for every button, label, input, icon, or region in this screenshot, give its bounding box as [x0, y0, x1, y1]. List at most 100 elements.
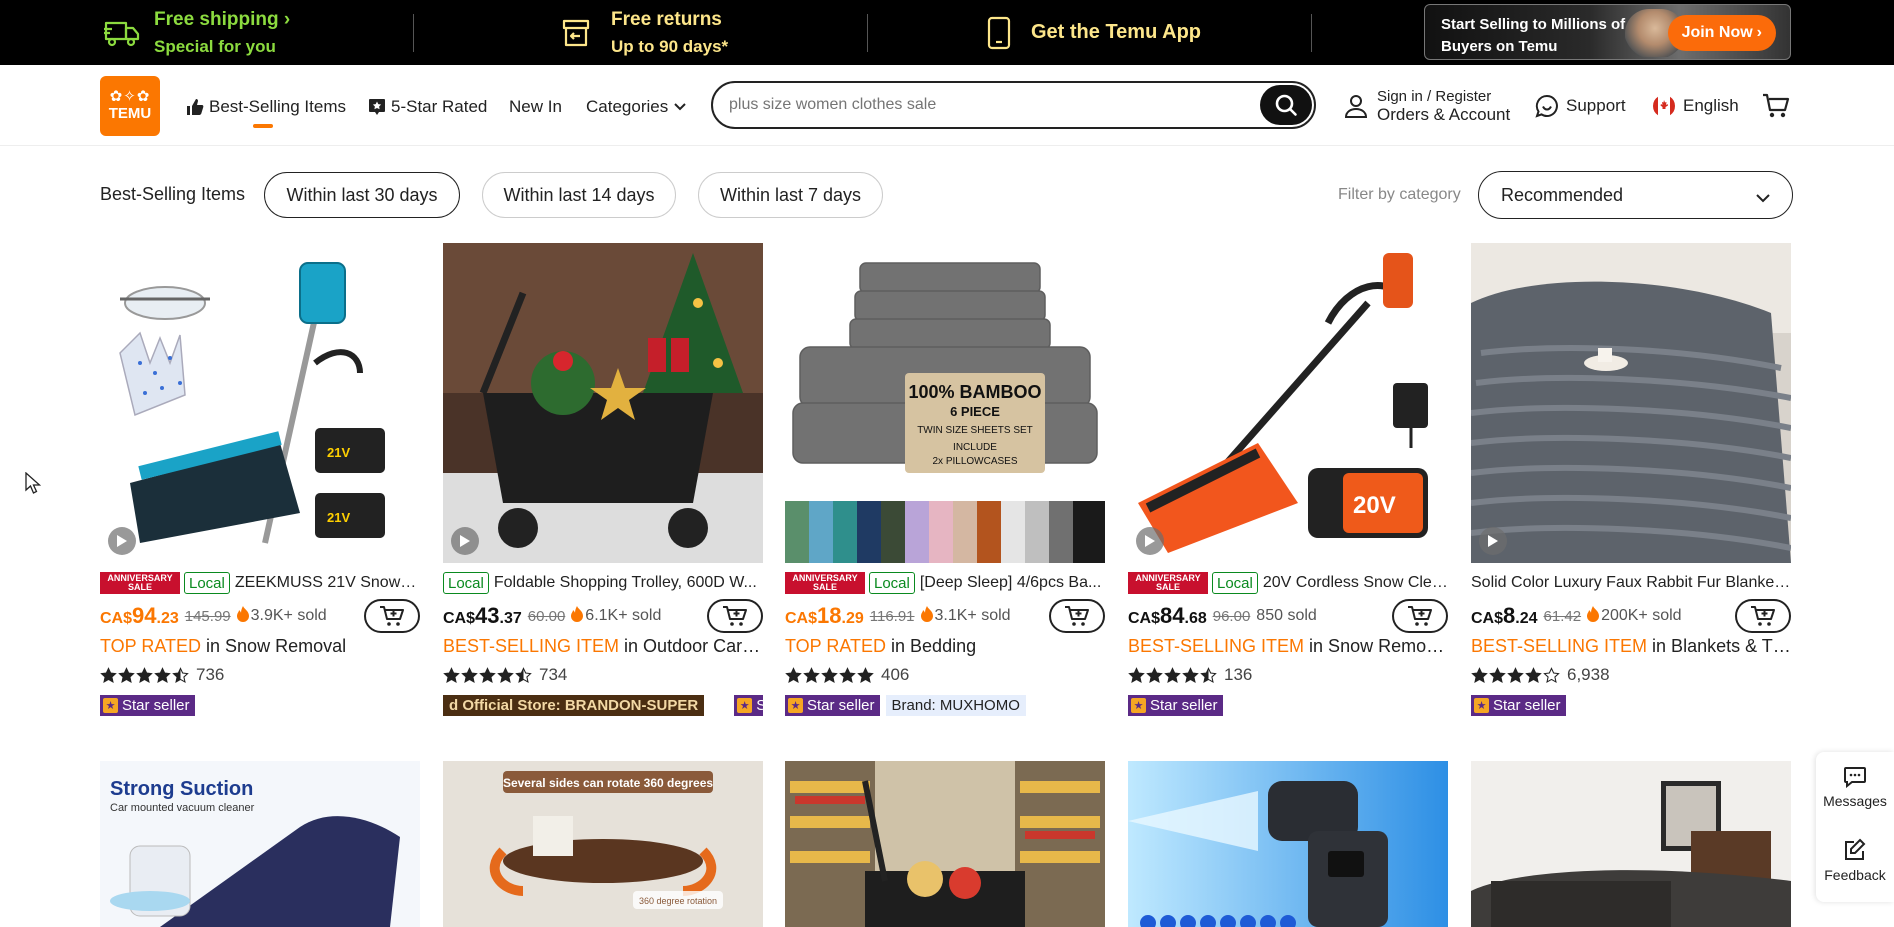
pill-7-days[interactable]: Within last 7 days [698, 172, 883, 218]
nav-five-star[interactable]: 5-Star Rated [368, 94, 487, 120]
product-card[interactable]: 100% BAMBOO 6 PIECE TWIN SIZE SHEETS SET… [785, 243, 1105, 723]
star-icon [136, 666, 153, 684]
play-video-button[interactable] [451, 527, 479, 555]
rank-row[interactable]: BEST-SELLING ITEM in Snow Removal [1128, 636, 1448, 660]
star-icon [857, 666, 874, 684]
star-icon [821, 666, 838, 684]
support-link[interactable]: Support [1535, 65, 1626, 146]
product-title-row[interactable]: Solid Color Luxury Faux Rabbit Fur Blank… [1471, 571, 1791, 595]
product-title: Solid Color Luxury Faux Rabbit Fur Blank… [1471, 574, 1791, 591]
nav-categories[interactable]: Categories [586, 94, 686, 120]
pill-30-days[interactable]: Within last 30 days [264, 172, 460, 218]
product-title-row[interactable]: ANNIVERSARY SALE Local ZEEKMUSS 21V Snow … [100, 571, 420, 595]
bamboo-line5: 2x PILLOWCASES [932, 456, 1017, 467]
product-title: ZEEKMUSS 21V Snow S... [234, 574, 420, 591]
nav-new-in[interactable]: New In [509, 94, 562, 120]
add-to-cart-button[interactable] [1735, 599, 1791, 633]
original-price: 61.42 [1543, 607, 1582, 625]
sort-dropdown[interactable]: Recommended [1478, 171, 1793, 219]
product-image[interactable]: Several sides can rotate 360 degrees 360… [443, 761, 763, 927]
product-card[interactable]: 21V 21V ANNIVERSARY SALE Local ZEEKMUSS 2… [100, 243, 420, 723]
add-to-cart-button[interactable] [1392, 599, 1448, 633]
promo-divider [867, 14, 868, 52]
start-selling-text: Start Selling to Millions of Buyers on T… [1441, 16, 1626, 55]
search-input[interactable] [729, 83, 1249, 127]
user-icon [1345, 94, 1367, 118]
add-to-cart-button[interactable] [1049, 599, 1105, 633]
flame-icon [571, 605, 584, 627]
product-title: [Deep Sleep] 4/6pcs Ba... [919, 574, 1102, 591]
language-selector[interactable]: English [1652, 65, 1739, 146]
sold-count: 3.1K+ sold [920, 605, 1011, 627]
product-price: CA$8.24 [1471, 603, 1538, 628]
rank-row[interactable]: TOP RATED in Bedding [785, 636, 1105, 660]
product-image[interactable]: Strong Suction Car mounted vacuum cleane… [100, 761, 420, 927]
add-to-cart-button[interactable] [707, 599, 763, 633]
nav-best-selling[interactable]: Best-Selling Items [186, 94, 346, 120]
product-card[interactable]: 20V ANNIVERSARY SALE Local 20V Cordless S… [1128, 243, 1448, 723]
play-video-button[interactable] [1479, 527, 1507, 555]
free-returns-title: Free returns [611, 8, 722, 30]
original-price: 96.00 [1212, 607, 1251, 625]
chevron-right-icon: › [1756, 24, 1762, 41]
feedback-label: Feedback [1824, 867, 1886, 883]
anniversary-sale-badge: ANNIVERSARY SALE [1128, 572, 1208, 594]
product-image[interactable] [785, 761, 1105, 927]
rank-row[interactable]: BEST-SELLING ITEM in Blankets & Throws [1471, 636, 1791, 660]
star-icon [785, 666, 802, 684]
product-title-row[interactable]: ANNIVERSARY SALE Local [Deep Sleep] 4/6pc… [785, 571, 1105, 595]
chevron-down-icon [674, 103, 686, 111]
rating-row: 736 [100, 664, 224, 686]
rank-row[interactable]: TOP RATED in Snow Removal [100, 636, 420, 660]
join-now-label: Join Now [1681, 24, 1753, 41]
star-icon [172, 666, 189, 684]
join-now-button[interactable]: Join Now › [1667, 15, 1776, 51]
product-image[interactable]: 20V [1128, 243, 1448, 563]
account-link[interactable]: Sign in / Register Orders & Account [1345, 65, 1510, 146]
rating-row: 136 [1128, 664, 1252, 686]
pill-14-days[interactable]: Within last 14 days [482, 172, 676, 218]
flame-icon [920, 605, 933, 627]
product-image[interactable] [1471, 761, 1791, 927]
temu-logo[interactable]: ✿✧✿ TEMU [100, 76, 160, 136]
play-video-button[interactable] [108, 527, 136, 555]
product-card[interactable]: Solid Color Luxury Faux Rabbit Fur Blank… [1471, 243, 1791, 723]
product-title-row[interactable]: Local Foldable Shopping Trolley, 600D W.… [443, 571, 763, 595]
messages-button[interactable]: Messages [1816, 766, 1894, 809]
get-app-label: Get the Temu App [1031, 21, 1201, 43]
star-icon [1182, 666, 1199, 684]
product-card[interactable]: Local Foldable Shopping Trolley, 600D W.… [443, 243, 763, 723]
get-app-promo[interactable]: Get the Temu App [987, 0, 1201, 65]
play-video-button[interactable] [1136, 527, 1164, 555]
product-image[interactable]: 21V 21V [100, 243, 420, 563]
free-returns-promo[interactable]: Free returns Up to 90 days* [561, 0, 728, 65]
product-image[interactable] [1471, 243, 1791, 563]
feedback-button[interactable]: Feedback [1816, 838, 1894, 883]
start-selling-banner[interactable]: Start Selling to Millions of Buyers on T… [1424, 4, 1791, 60]
star-icon [1471, 666, 1488, 684]
free-shipping-promo[interactable]: Free shipping › Special for you [104, 0, 290, 65]
truck-icon [104, 18, 140, 48]
review-count: 136 [1224, 665, 1253, 684]
rank-row[interactable]: BEST-SELLING ITEM in Outdoor Carts &... [443, 636, 763, 660]
product-image[interactable] [443, 243, 763, 563]
brand-badge[interactable]: Brand: MUXHOMO [885, 694, 1026, 716]
search-button[interactable] [1260, 85, 1312, 125]
side-float-panel: Messages Feedback [1816, 752, 1894, 902]
product-price: CA$84.68 [1128, 603, 1207, 628]
product-title-row[interactable]: ANNIVERSARY SALE Local 20V Cordless Snow … [1128, 571, 1448, 595]
product-image[interactable]: 100% BAMBOO 6 PIECE TWIN SIZE SHEETS SET… [785, 243, 1105, 563]
official-store-badge[interactable]: d Official Store: BRANDON-SUPER [443, 694, 705, 716]
pill-14-days-label: Within last 14 days [503, 184, 655, 205]
product-image[interactable] [1128, 761, 1448, 927]
cart-button[interactable] [1762, 65, 1790, 146]
star-icon [154, 666, 171, 684]
star-icon [515, 666, 532, 684]
add-to-cart-button[interactable] [364, 599, 420, 633]
rating-row: 406 [785, 664, 909, 686]
star-icon: ★ [788, 697, 803, 713]
price-row: CA$18.29 116.91 3.1K+ sold [785, 599, 1105, 633]
star-icon [1507, 666, 1524, 684]
star-icon [100, 666, 117, 684]
strong-suction-subtitle: Car mounted vacuum cleaner [110, 802, 255, 814]
